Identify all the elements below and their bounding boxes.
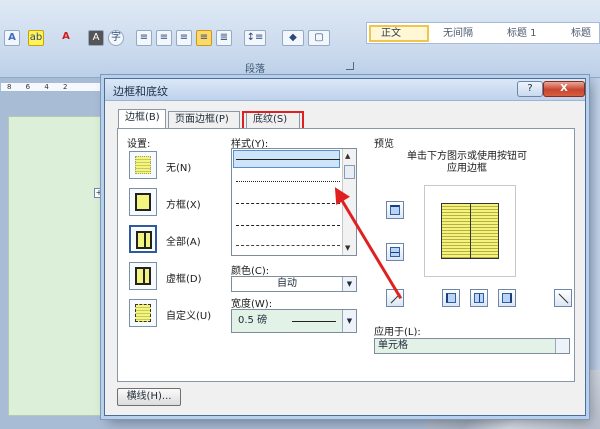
table-all-icon[interactable] xyxy=(129,225,157,253)
quick-styles-gallery[interactable]: 正文 无间隔 标题 1 标题 xyxy=(366,22,600,44)
line-style-dash-dot[interactable] xyxy=(236,245,340,246)
ruler: 8 6 4 2 xyxy=(0,82,110,92)
line-style-dashed-small[interactable] xyxy=(236,203,340,204)
style-item[interactable]: 正文 xyxy=(369,25,429,42)
justify-icon[interactable]: ≡ xyxy=(196,30,212,46)
color-value: 自动 xyxy=(277,278,297,289)
chevron-down-icon[interactable] xyxy=(555,339,569,353)
inside-vertical-border-icon[interactable] xyxy=(470,289,488,307)
width-title: 宽度(W): xyxy=(231,299,273,310)
distributed-icon[interactable]: ≣ xyxy=(216,30,232,46)
table-grid-icon[interactable] xyxy=(129,262,157,290)
character-shading-icon[interactable]: A xyxy=(88,30,104,46)
help-button[interactable]: ? xyxy=(517,81,543,97)
chevron-down-icon[interactable]: ▼ xyxy=(342,277,356,291)
preview-table[interactable] xyxy=(441,203,499,259)
diagonal-down-border-icon[interactable] xyxy=(554,289,572,307)
setting-grid-label[interactable]: 虚框(D) xyxy=(166,270,202,285)
shading-icon[interactable]: ◆ xyxy=(282,30,304,46)
table-custom-icon[interactable] xyxy=(129,299,157,327)
top-border-icon[interactable] xyxy=(386,201,404,219)
scroll-up-icon[interactable]: ▲ xyxy=(345,152,350,160)
color-title: 颜色(C): xyxy=(231,266,270,277)
tab-page-border[interactable]: 页面边框(P) xyxy=(168,111,240,129)
line-style-dotted[interactable] xyxy=(236,181,340,182)
font-color-icon[interactable]: A xyxy=(58,30,74,46)
line-style-solid[interactable] xyxy=(236,159,340,160)
line-spacing-icon[interactable]: ↕≡ xyxy=(244,30,266,46)
dialog-titlebar[interactable]: 边框和底纹 ? X xyxy=(105,79,585,101)
inside-horizontal-border-icon[interactable] xyxy=(386,243,404,261)
table-move-handle-icon[interactable]: + xyxy=(94,188,104,198)
apply-to-value: 单元格 xyxy=(378,340,408,351)
setting-box-label[interactable]: 方框(X) xyxy=(166,196,201,211)
line-style-dashed[interactable] xyxy=(236,225,340,226)
align-left-icon[interactable]: ≡ xyxy=(136,30,152,46)
scroll-thumb[interactable] xyxy=(344,165,355,179)
width-select[interactable]: 0.5 磅 ▼ xyxy=(231,309,357,333)
right-border-icon[interactable] xyxy=(498,289,516,307)
align-center-icon[interactable]: ≡ xyxy=(156,30,172,46)
preview-diagram[interactable] xyxy=(424,185,516,277)
setting-none-label[interactable]: 无(N) xyxy=(166,159,191,174)
enclose-characters-icon[interactable]: 字 xyxy=(108,30,124,46)
color-select[interactable]: 自动 ▼ xyxy=(231,276,357,292)
align-right-icon[interactable]: ≡ xyxy=(176,30,192,46)
ribbon: A ab A A 字 ≡ ≡ ≡ ≡ ≣ ↕≡ ◆ ▢ 正文 无间隔 标题 1 … xyxy=(0,0,600,78)
apply-to-title: 应用于(L): xyxy=(374,327,421,338)
preview-title: 预览 xyxy=(374,139,394,150)
close-button[interactable]: X xyxy=(543,81,585,97)
settings-title: 设置: xyxy=(127,139,151,150)
borders-icon[interactable]: ▢ xyxy=(308,30,330,46)
text-effects-icon[interactable]: A xyxy=(4,30,20,46)
paragraph-group-label: 段落 xyxy=(245,64,265,75)
left-border-icon[interactable] xyxy=(442,289,460,307)
setting-custom-label[interactable]: 自定义(U) xyxy=(166,307,211,322)
preview-hint: 单击下方图示或使用按钮可 应用边框 xyxy=(392,151,542,175)
width-sample-line xyxy=(292,321,336,322)
apply-to-select[interactable]: 单元格 xyxy=(374,338,570,354)
style-item[interactable]: 无间隔 xyxy=(433,25,493,42)
setting-all-label[interactable]: 全部(A) xyxy=(166,233,201,248)
chevron-down-icon[interactable]: ▼ xyxy=(342,310,356,332)
document-page[interactable] xyxy=(8,116,110,416)
dialog-title: 边框和底纹 xyxy=(113,85,168,98)
style-item[interactable]: 标题 1 xyxy=(497,25,557,42)
preview-hint-line2: 应用边框 xyxy=(447,163,487,174)
style-item[interactable]: 标题 xyxy=(561,25,600,42)
highlight-color-icon[interactable]: ab xyxy=(28,30,44,46)
horizontal-line-button[interactable]: 横线(H)... xyxy=(117,388,181,406)
borders-shading-dialog: 边框和底纹 ? X 边框(B) 页面边框(P) 底纹(S) 设置: 无(N) 方… xyxy=(104,78,586,416)
dialog-launcher-icon[interactable] xyxy=(346,62,354,70)
borders-tab-panel: 设置: 无(N) 方框(X) 全部(A) 虚框(D) 自定义(U) 样式(Y):… xyxy=(117,128,575,382)
scroll-down-icon[interactable]: ▼ xyxy=(345,244,350,252)
tab-borders[interactable]: 边框(B) xyxy=(118,109,166,130)
preview-hint-line1: 单击下方图示或使用按钮可 xyxy=(407,151,527,162)
table-box-icon[interactable] xyxy=(129,188,157,216)
table-none-icon[interactable] xyxy=(129,151,157,179)
